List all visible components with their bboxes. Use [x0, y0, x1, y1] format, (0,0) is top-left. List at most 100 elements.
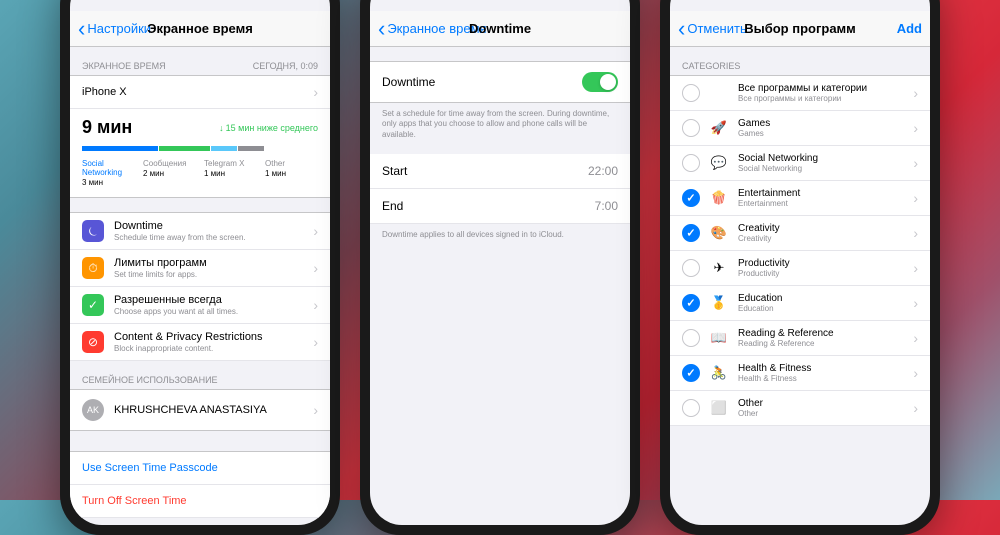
category-title: Productivity [738, 258, 903, 269]
content[interactable]: ЭКРАННОЕ ВРЕМЯ Сегодня, 0:09 iPhone X› 9… [70, 47, 330, 525]
menu-row[interactable]: ⏾ DowntimeSchedule time away from the scr… [70, 212, 330, 250]
category-item: Telegram X1 мин [204, 159, 257, 187]
chevron-right-icon: › [913, 260, 918, 276]
category-icon: 📖 [710, 329, 728, 347]
screen: 0:10 ⬶ Экранное время Downtime Downtime … [370, 0, 630, 525]
chevron-right-icon: › [313, 297, 318, 313]
category-subtitle: Reading & Reference [738, 339, 903, 348]
chevron-right-icon: › [313, 402, 318, 418]
category-text: Reading & ReferenceReading & Reference [738, 328, 903, 348]
category-icon: 💬 [710, 154, 728, 172]
category-row[interactable]: 🍿EntertainmentEntertainment› [670, 181, 930, 216]
categories-row: Social Networking3 минСообщения2 минTele… [70, 155, 330, 197]
status-bar: 0:10 ⬶ [370, 0, 630, 11]
section-header: ЭКРАННОЕ ВРЕМЯ Сегодня, 0:09 [70, 47, 330, 75]
category-text: ProductivityProductivity [738, 258, 903, 278]
menu-subtitle: Schedule time away from the screen. [114, 233, 303, 242]
usage-summary[interactable]: iPhone X› 9 мин ↓ 15 мин ниже среднего S… [70, 75, 330, 198]
category-text: EducationEducation [738, 293, 903, 313]
settings-menu: ⏾ DowntimeSchedule time away from the scr… [70, 212, 330, 361]
menu-title: Downtime [114, 220, 303, 232]
nav-title: Экранное время [147, 21, 253, 36]
back-button[interactable]: Настройки [78, 21, 151, 36]
start-row[interactable]: Start22:00 [370, 154, 630, 189]
category-row[interactable]: ✈ProductivityProductivity› [670, 251, 930, 286]
category-row[interactable]: 🥇EducationEducation› [670, 286, 930, 321]
category-title: Health & Fitness [738, 363, 903, 374]
menu-subtitle: Set time limits for apps. [114, 270, 303, 279]
turn-off-link[interactable]: Turn Off Screen Time [70, 485, 330, 518]
category-text: OtherOther [738, 398, 903, 418]
total-time: 9 мин [82, 117, 132, 138]
category-row[interactable]: 💬Social NetworkingSocial Networking› [670, 146, 930, 181]
cancel-button[interactable]: Отменить [678, 21, 747, 36]
downtime-desc: Set a schedule for time away from the sc… [370, 103, 630, 146]
category-title: Reading & Reference [738, 328, 903, 339]
content[interactable]: Downtime Set a schedule for time away fr… [370, 47, 630, 525]
chevron-right-icon: › [913, 295, 918, 311]
category-title: Все программы и категории [738, 83, 903, 94]
chevron-right-icon: › [913, 190, 918, 206]
chevron-right-icon: › [913, 365, 918, 381]
menu-row[interactable]: ⊘Content & Privacy RestrictionsBlock ina… [70, 324, 330, 361]
category-icon: 🍿 [710, 189, 728, 207]
category-list: Все программы и категорииВсе программы и… [670, 75, 930, 426]
category-subtitle: Education [738, 304, 903, 313]
nav-title: Выбор программ [744, 21, 856, 36]
checkbox[interactable] [682, 224, 700, 242]
downtime-toggle-row[interactable]: Downtime [370, 61, 630, 103]
downtime-toggle[interactable] [582, 72, 618, 92]
category-icon: ⬜ [710, 399, 728, 417]
category-row[interactable]: Все программы и категорииВсе программы и… [670, 76, 930, 111]
chevron-right-icon: › [313, 260, 318, 276]
add-button[interactable]: Add [897, 21, 922, 36]
bar-segment [211, 146, 237, 151]
category-row[interactable]: 🎨CreativityCreativity› [670, 216, 930, 251]
usage-bar-chart [82, 146, 318, 151]
checkbox[interactable] [682, 399, 700, 417]
phone-screen-time: 0:10 ⬶ Настройки Экранное время ЭКРАННОЕ… [60, 0, 340, 535]
category-title: Creativity [738, 223, 903, 234]
menu-icon: ⏾ [82, 220, 104, 242]
checkbox[interactable] [682, 84, 700, 102]
checkbox[interactable] [682, 119, 700, 137]
checkbox[interactable] [682, 154, 700, 172]
checkbox[interactable] [682, 364, 700, 382]
category-time: 1 мин [265, 169, 318, 178]
checkbox[interactable] [682, 259, 700, 277]
categories-header: CATEGORIES [670, 47, 930, 75]
menu-title: Разрешенные всегда [114, 294, 303, 306]
category-row[interactable]: 🚴Health & FitnessHealth & Fitness› [670, 356, 930, 391]
category-name: Social Networking [82, 159, 135, 177]
category-item: Social Networking3 мин [82, 159, 135, 187]
checkbox[interactable] [682, 189, 700, 207]
bar-segment [82, 146, 158, 151]
menu-text: DowntimeSchedule time away from the scre… [114, 220, 303, 242]
bar-segment [159, 146, 211, 151]
category-row[interactable]: ⬜ OtherOther › [670, 391, 930, 426]
nav-bar: Отменить Выбор программ Add [670, 11, 930, 47]
menu-subtitle: Choose apps you want at all times. [114, 307, 303, 316]
end-row[interactable]: End7:00 [370, 189, 630, 224]
checkbox[interactable] [682, 329, 700, 347]
category-text: Health & FitnessHealth & Fitness [738, 363, 903, 383]
menu-subtitle: Block inappropriate content. [114, 344, 303, 353]
category-row[interactable]: 🚀GamesGames› [670, 111, 930, 146]
category-title: Games [738, 118, 903, 129]
category-subtitle: Other [738, 409, 903, 418]
passcode-link[interactable]: Use Screen Time Passcode [70, 451, 330, 485]
content[interactable]: CATEGORIES Все программы и категорииВсе … [670, 47, 930, 525]
chevron-right-icon: › [913, 400, 918, 416]
category-subtitle: Productivity [738, 269, 903, 278]
family-member-row[interactable]: AK KHRUSHCHEVA ANASTASIYA › [70, 389, 330, 431]
category-text: Social NetworkingSocial Networking [738, 153, 903, 173]
menu-text: Content & Privacy RestrictionsBlock inap… [114, 331, 303, 353]
checkbox[interactable] [682, 294, 700, 312]
menu-row[interactable]: ✓Разрешенные всегдаChoose apps you want … [70, 287, 330, 324]
screen: 0:10 ⬶ Отменить Выбор программ Add CATEG… [670, 0, 930, 525]
menu-row[interactable]: ⏱Лимиты программSet time limits for apps… [70, 250, 330, 287]
category-subtitle: Social Networking [738, 164, 903, 173]
category-row[interactable]: 📖Reading & ReferenceReading & Reference› [670, 321, 930, 356]
category-item: Other1 мин [265, 159, 318, 187]
category-time: 3 мин [82, 178, 135, 187]
